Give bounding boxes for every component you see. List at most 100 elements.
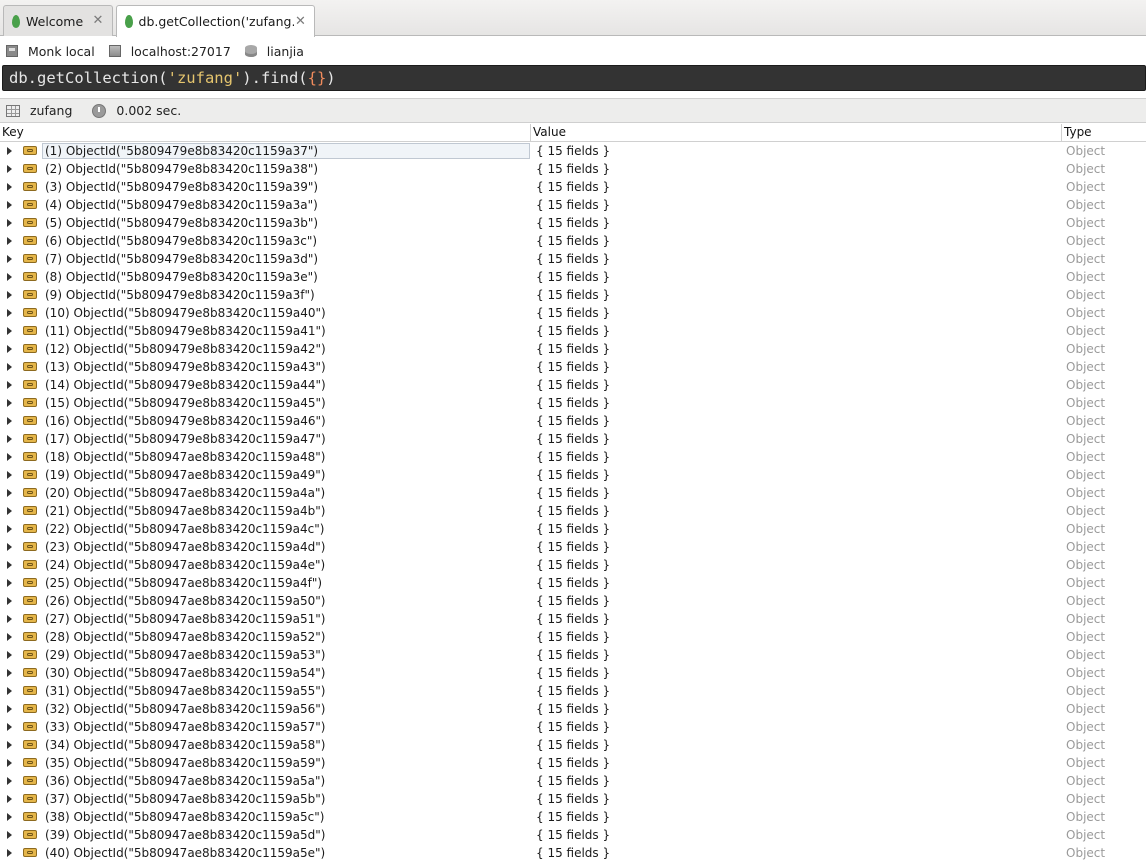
expand-arrow-icon[interactable]: [7, 615, 12, 623]
table-row[interactable]: (16) ObjectId("5b809479e8b83420c1159a46"…: [0, 412, 1146, 430]
object-icon: [23, 290, 37, 299]
table-row[interactable]: (34) ObjectId("5b80947ae8b83420c1159a58"…: [0, 736, 1146, 754]
column-header-value[interactable]: Value: [531, 124, 1062, 141]
expand-arrow-icon[interactable]: [7, 471, 12, 479]
table-row[interactable]: (17) ObjectId("5b809479e8b83420c1159a47"…: [0, 430, 1146, 448]
table-row[interactable]: (4) ObjectId("5b809479e8b83420c1159a3a")…: [0, 196, 1146, 214]
expand-arrow-icon[interactable]: [7, 543, 12, 551]
table-row[interactable]: (32) ObjectId("5b80947ae8b83420c1159a56"…: [0, 700, 1146, 718]
expand-arrow-icon[interactable]: [7, 453, 12, 461]
expand-arrow-icon[interactable]: [7, 561, 12, 569]
row-key: (19) ObjectId("5b80947ae8b83420c1159a49"…: [45, 468, 326, 482]
expand-arrow-icon[interactable]: [7, 525, 12, 533]
table-row[interactable]: (8) ObjectId("5b809479e8b83420c1159a3e")…: [0, 268, 1146, 286]
query-editor[interactable]: db.getCollection('zufang').find({}): [2, 65, 1146, 91]
close-icon[interactable]: ✕: [294, 14, 307, 29]
row-type: Object: [1066, 630, 1106, 644]
expand-arrow-icon[interactable]: [7, 363, 12, 371]
expand-arrow-icon[interactable]: [7, 597, 12, 605]
tab-welcome[interactable]: Welcome ✕: [3, 5, 113, 36]
table-row[interactable]: (1) ObjectId("5b809479e8b83420c1159a37")…: [0, 142, 1146, 160]
table-row[interactable]: (30) ObjectId("5b80947ae8b83420c1159a54"…: [0, 664, 1146, 682]
expand-arrow-icon[interactable]: [7, 777, 12, 785]
expand-arrow-icon[interactable]: [7, 201, 12, 209]
table-row[interactable]: (2) ObjectId("5b809479e8b83420c1159a38")…: [0, 160, 1146, 178]
table-row[interactable]: (35) ObjectId("5b80947ae8b83420c1159a59"…: [0, 754, 1146, 772]
table-row[interactable]: (36) ObjectId("5b80947ae8b83420c1159a5a"…: [0, 772, 1146, 790]
expand-arrow-icon[interactable]: [7, 399, 12, 407]
table-row[interactable]: (15) ObjectId("5b809479e8b83420c1159a45"…: [0, 394, 1146, 412]
expand-arrow-icon[interactable]: [7, 687, 12, 695]
expand-arrow-icon[interactable]: [7, 723, 12, 731]
object-icon: [23, 740, 37, 749]
table-row[interactable]: (26) ObjectId("5b80947ae8b83420c1159a50"…: [0, 592, 1146, 610]
expand-arrow-icon[interactable]: [7, 309, 12, 317]
expand-arrow-icon[interactable]: [7, 849, 12, 857]
expand-arrow-icon[interactable]: [7, 831, 12, 839]
expand-arrow-icon[interactable]: [7, 741, 12, 749]
column-header-key[interactable]: Key: [0, 124, 531, 141]
table-row[interactable]: (24) ObjectId("5b80947ae8b83420c1159a4e"…: [0, 556, 1146, 574]
tab-query[interactable]: db.getCollection('zufang... ✕: [116, 5, 315, 37]
table-row[interactable]: (18) ObjectId("5b80947ae8b83420c1159a48"…: [0, 448, 1146, 466]
table-row[interactable]: (9) ObjectId("5b809479e8b83420c1159a3f")…: [0, 286, 1146, 304]
expand-arrow-icon[interactable]: [7, 345, 12, 353]
table-row[interactable]: (25) ObjectId("5b80947ae8b83420c1159a4f"…: [0, 574, 1146, 592]
expand-arrow-icon[interactable]: [7, 381, 12, 389]
table-row[interactable]: (22) ObjectId("5b80947ae8b83420c1159a4c"…: [0, 520, 1146, 538]
expand-arrow-icon[interactable]: [7, 183, 12, 191]
table-row[interactable]: (37) ObjectId("5b80947ae8b83420c1159a5b"…: [0, 790, 1146, 808]
table-row[interactable]: (6) ObjectId("5b809479e8b83420c1159a3c")…: [0, 232, 1146, 250]
table-row[interactable]: (5) ObjectId("5b809479e8b83420c1159a3b")…: [0, 214, 1146, 232]
table-row[interactable]: (31) ObjectId("5b80947ae8b83420c1159a55"…: [0, 682, 1146, 700]
table-row[interactable]: (13) ObjectId("5b809479e8b83420c1159a43"…: [0, 358, 1146, 376]
table-row[interactable]: (33) ObjectId("5b80947ae8b83420c1159a57"…: [0, 718, 1146, 736]
expand-arrow-icon[interactable]: [7, 669, 12, 677]
expand-arrow-icon[interactable]: [7, 795, 12, 803]
expand-arrow-icon[interactable]: [7, 255, 12, 263]
expand-arrow-icon[interactable]: [7, 291, 12, 299]
row-key: (32) ObjectId("5b80947ae8b83420c1159a56"…: [45, 702, 326, 716]
row-value: { 15 fields }: [536, 306, 611, 320]
table-row[interactable]: (28) ObjectId("5b80947ae8b83420c1159a52"…: [0, 628, 1146, 646]
row-type: Object: [1066, 792, 1106, 806]
table-row[interactable]: (21) ObjectId("5b80947ae8b83420c1159a4b"…: [0, 502, 1146, 520]
expand-arrow-icon[interactable]: [7, 273, 12, 281]
expand-arrow-icon[interactable]: [7, 237, 12, 245]
expand-arrow-icon[interactable]: [7, 759, 12, 767]
database-icon: [244, 45, 257, 57]
expand-arrow-icon[interactable]: [7, 417, 12, 425]
expand-arrow-icon[interactable]: [7, 327, 12, 335]
table-row[interactable]: (40) ObjectId("5b80947ae8b83420c1159a5e"…: [0, 844, 1146, 862]
table-row[interactable]: (10) ObjectId("5b809479e8b83420c1159a40"…: [0, 304, 1146, 322]
close-icon[interactable]: ✕: [91, 14, 105, 28]
expand-arrow-icon[interactable]: [7, 165, 12, 173]
table-row[interactable]: (20) ObjectId("5b80947ae8b83420c1159a4a"…: [0, 484, 1146, 502]
object-icon: [23, 218, 37, 227]
table-row[interactable]: (7) ObjectId("5b809479e8b83420c1159a3d")…: [0, 250, 1146, 268]
clock-icon: [92, 103, 107, 118]
table-row[interactable]: (3) ObjectId("5b809479e8b83420c1159a39")…: [0, 178, 1146, 196]
table-row[interactable]: (19) ObjectId("5b80947ae8b83420c1159a49"…: [0, 466, 1146, 484]
expand-arrow-icon[interactable]: [7, 651, 12, 659]
table-row[interactable]: (14) ObjectId("5b809479e8b83420c1159a44"…: [0, 376, 1146, 394]
expand-arrow-icon[interactable]: [7, 633, 12, 641]
table-row[interactable]: (27) ObjectId("5b80947ae8b83420c1159a51"…: [0, 610, 1146, 628]
column-header-type[interactable]: Type: [1062, 124, 1146, 141]
expand-arrow-icon[interactable]: [7, 147, 12, 155]
expand-arrow-icon[interactable]: [7, 579, 12, 587]
expand-arrow-icon[interactable]: [7, 813, 12, 821]
expand-arrow-icon[interactable]: [7, 435, 12, 443]
object-icon: [23, 794, 37, 803]
table-row[interactable]: (11) ObjectId("5b809479e8b83420c1159a41"…: [0, 322, 1146, 340]
table-row[interactable]: (23) ObjectId("5b80947ae8b83420c1159a4d"…: [0, 538, 1146, 556]
table-row[interactable]: (12) ObjectId("5b809479e8b83420c1159a42"…: [0, 340, 1146, 358]
table-row[interactable]: (39) ObjectId("5b80947ae8b83420c1159a5d"…: [0, 826, 1146, 844]
table-row[interactable]: (29) ObjectId("5b80947ae8b83420c1159a53"…: [0, 646, 1146, 664]
object-icon: [23, 758, 37, 767]
expand-arrow-icon[interactable]: [7, 507, 12, 515]
expand-arrow-icon[interactable]: [7, 705, 12, 713]
expand-arrow-icon[interactable]: [7, 219, 12, 227]
expand-arrow-icon[interactable]: [7, 489, 12, 497]
table-row[interactable]: (38) ObjectId("5b80947ae8b83420c1159a5c"…: [0, 808, 1146, 826]
